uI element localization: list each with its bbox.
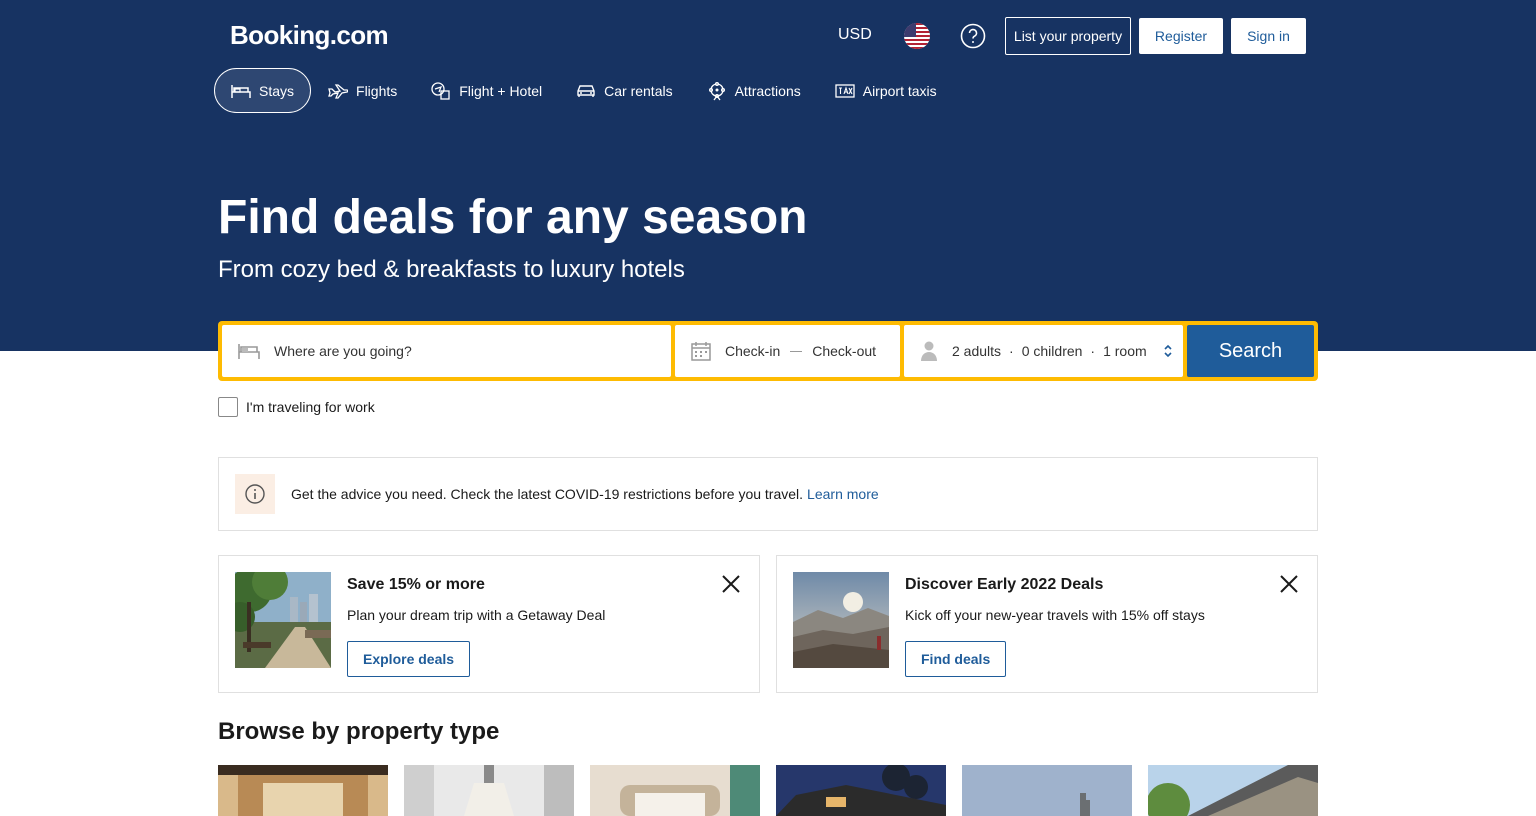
tab-car-rentals[interactable]: Car rentals [559,68,689,113]
work-travel-checkbox[interactable] [218,397,238,417]
property-type-card[interactable] [590,765,760,816]
learn-more-link[interactable]: Learn more [807,486,879,502]
promo-card: Discover Early 2022 Deals Kick off your … [776,555,1318,693]
notice-text: Get the advice you need. Check the lates… [291,486,804,502]
plane-icon [328,83,349,99]
tab-flight-hotel[interactable]: Flight + Hotel [414,68,559,113]
attractions-icon [708,81,725,100]
currency-selector[interactable]: USD [838,26,872,44]
property-image [1148,765,1318,816]
car-icon [577,84,595,97]
work-travel-label: I'm traveling for work [246,399,375,415]
close-icon[interactable] [1279,574,1299,594]
close-icon[interactable] [721,574,741,594]
date-picker-field[interactable]: Check-in Check-out [675,325,900,377]
date-separator [790,350,803,352]
separator-dot: · [1009,343,1014,359]
info-icon [235,474,275,514]
covid-notice: Get the advice you need. Check the lates… [218,457,1318,531]
chevron-up-down-icon [1164,344,1172,358]
search-bar: Where are you going? Check-in Check-out … [218,321,1318,381]
property-type-card[interactable] [776,765,946,816]
promo-title: Save 15% or more [347,576,485,593]
promo-text: Kick off your new-year travels with 15% … [905,607,1205,623]
register-button[interactable]: Register [1139,18,1223,54]
hero-banner: Booking.com USD List your property Regis… [0,0,1536,351]
adults-count: 2 adults [952,343,1002,359]
property-image [962,765,1132,816]
promo-text: Plan your dream trip with a Getaway Deal [347,607,606,623]
search-button[interactable]: Search [1187,325,1314,377]
tab-label: Stays [259,82,295,99]
rooms-count: 1 room [1103,343,1147,359]
property-image [218,765,388,816]
bed-icon [231,84,251,98]
promo-card: Save 15% or more Plan your dream trip wi… [218,555,760,693]
promo-image-mountain [793,572,889,668]
destination-placeholder: Where are you going? [274,343,412,359]
explore-deals-button[interactable]: Explore deals [347,641,471,677]
tab-label: Flight + Hotel [459,82,543,99]
tab-flights[interactable]: Flights [311,68,414,113]
hero-title: Find deals for any season [218,191,808,244]
property-image [404,765,574,816]
guests-selector[interactable]: 2 adults · 0 children · 1 room [904,325,1183,377]
tab-attractions[interactable]: Attractions [690,68,818,113]
property-type-card[interactable] [218,765,388,816]
check-in-label: Check-in [725,343,781,359]
hero-subtitle: From cozy bed & breakfasts to luxury hot… [218,256,685,283]
flight-hotel-icon [431,81,450,100]
browse-section-title: Browse by property type [218,718,500,745]
find-deals-button[interactable]: Find deals [905,641,1007,677]
tab-label: Flights [356,82,398,99]
taxi-icon [835,83,855,98]
property-type-card[interactable] [962,765,1132,816]
property-type-card[interactable] [1148,765,1318,816]
tab-label: Car rentals [604,82,673,99]
destination-field[interactable]: Where are you going? [222,325,671,377]
tab-label: Attractions [734,82,801,99]
tab-airport-taxis[interactable]: Airport taxis [818,68,954,113]
property-type-card[interactable] [404,765,574,816]
sign-in-button[interactable]: Sign in [1231,18,1306,54]
bed-icon [238,344,260,359]
booking-logo[interactable]: Booking.com [230,20,389,51]
children-count: 0 children [1021,343,1083,359]
separator-dot: · [1090,343,1096,359]
property-image [776,765,946,816]
tab-stays[interactable]: Stays [214,68,312,113]
help-icon[interactable] [960,23,986,49]
work-travel-option[interactable]: I'm traveling for work [218,397,375,417]
main-nav: Stays Flights Flight + Hotel Car rentals… [214,68,954,113]
us-flag-icon[interactable] [904,23,930,49]
property-image [590,765,760,816]
promo-title: Discover Early 2022 Deals [905,576,1104,593]
person-icon [921,341,937,361]
tab-label: Airport taxis [862,82,937,99]
check-out-label: Check-out [812,343,877,359]
list-property-button[interactable]: List your property [1005,17,1131,55]
promo-image-park [225,564,331,668]
calendar-icon [691,342,711,361]
